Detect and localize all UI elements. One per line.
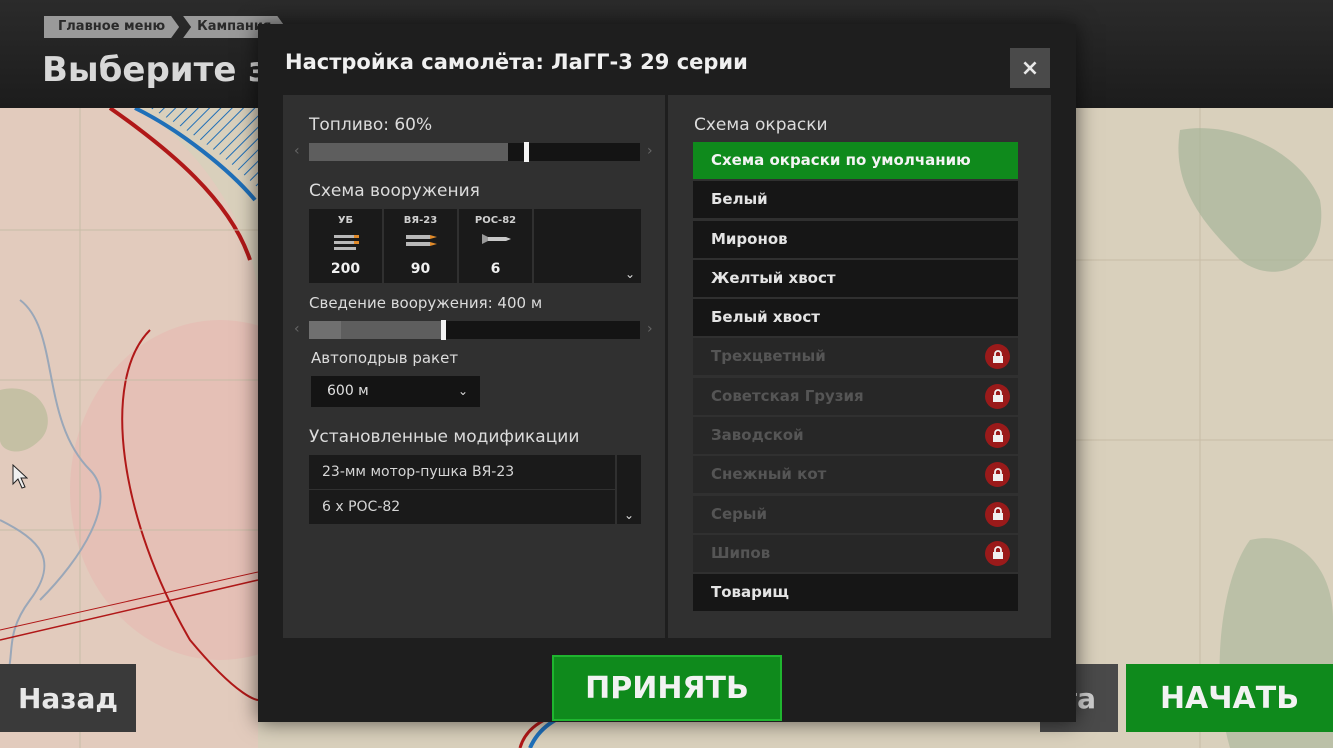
paint-scheme-item[interactable]: Трехцветный — [693, 338, 1018, 376]
accept-button-label: ПРИНЯТЬ — [585, 670, 749, 706]
paint-scheme-item[interactable]: Заводской — [693, 417, 1018, 455]
paint-scheme-list: Схема окраски по умолчанию Белый Миронов… — [693, 142, 1018, 614]
paint-scheme-item[interactable]: Желтый хвост — [693, 259, 1018, 297]
weapon-name: ВЯ-23 — [403, 215, 438, 226]
weapon-count: 6 — [490, 261, 501, 277]
lock-icon — [985, 462, 1010, 488]
paint-scheme-name: Снежный кот — [711, 465, 827, 484]
paint-scheme-name: Схема окраски по умолчанию — [711, 151, 971, 169]
start-button[interactable]: НАЧАТЬ — [1126, 664, 1333, 732]
paint-scheme-name: Белый — [711, 190, 768, 209]
armament-selector[interactable]: УБ 200 ВЯ-23 90 РОС-82 6 ⌄ — [309, 209, 641, 283]
paint-scheme-name: Товарищ — [711, 583, 789, 602]
modifications-list: 23-мм мотор-пушка ВЯ-23 6 х РОС-82 — [309, 455, 615, 525]
weapon-slot: ВЯ-23 90 — [384, 209, 459, 283]
breadcrumb-main-menu[interactable]: Главное меню — [44, 16, 179, 38]
convergence-slider-fill — [341, 321, 441, 339]
fuel-decrease-icon[interactable]: ‹ — [294, 143, 300, 159]
paint-scheme-name: Советская Грузия — [711, 386, 864, 405]
paint-scheme-item[interactable]: Миронов — [693, 220, 1018, 258]
convergence-slider[interactable] — [309, 320, 640, 340]
paint-scheme-name: Белый хвост — [711, 308, 820, 327]
convergence-label: Сведение вооружения: 400 м — [309, 294, 543, 312]
convergence-min-segment — [309, 321, 341, 339]
paint-scheme-item[interactable]: Шипов — [693, 534, 1018, 572]
paint-scheme-label: Схема окраски — [694, 115, 828, 135]
mouse-cursor-icon — [12, 464, 28, 489]
bullet-belt-icon — [333, 235, 359, 250]
fuel-slider-fill — [309, 143, 508, 161]
chevron-down-icon[interactable]: ⌄ — [625, 267, 635, 281]
breadcrumb: Главное меню Кампания — [44, 16, 289, 38]
cannon-shells-icon — [405, 235, 437, 246]
paint-scheme-item[interactable]: Советская Грузия — [693, 377, 1018, 415]
paint-scheme-name: Желтый хвост — [711, 268, 836, 287]
back-button[interactable]: Назад — [0, 664, 136, 732]
lock-icon — [985, 540, 1010, 566]
lock-icon — [985, 344, 1010, 370]
modifications-expand-button[interactable]: ⌄ — [617, 455, 641, 524]
rocket-icon — [481, 234, 511, 244]
convergence-slider-handle[interactable] — [441, 320, 446, 340]
paint-scheme-item[interactable]: Товарищ — [693, 574, 1018, 612]
paint-scheme-item[interactable]: Серый — [693, 495, 1018, 533]
rocket-detonation-value: 600 м — [327, 383, 369, 399]
weapon-slot: УБ 200 — [309, 209, 384, 283]
paint-scheme-name: Миронов — [711, 229, 788, 248]
chevron-down-icon: ⌄ — [624, 508, 635, 522]
lock-icon — [985, 501, 1010, 527]
list-item[interactable]: 23-мм мотор-пушка ВЯ-23 — [309, 455, 615, 489]
fuel-increase-icon[interactable]: › — [647, 143, 653, 159]
lock-icon — [985, 423, 1010, 449]
list-item[interactable]: 6 х РОС-82 — [309, 490, 615, 524]
paint-scheme-name: Трехцветный — [711, 347, 826, 366]
loadout-panel: Топливо: 60% ‹ › Схема вооружения УБ 200… — [283, 95, 665, 638]
aircraft-setup-dialog: Настройка самолёта: ЛаГГ-3 29 серии × То… — [258, 24, 1076, 722]
rocket-detonation-select[interactable]: 600 м ⌄ — [311, 376, 480, 407]
lock-icon — [985, 383, 1010, 409]
paint-scheme-name: Заводской — [711, 426, 804, 445]
paint-scheme-item[interactable]: Белый — [693, 181, 1018, 219]
paint-scheme-item[interactable]: Белый хвост — [693, 299, 1018, 337]
paint-scheme-item[interactable]: Снежный кот — [693, 456, 1018, 494]
accept-button[interactable]: ПРИНЯТЬ — [552, 655, 782, 721]
rocket-detonation-label: Автоподрыв ракет — [311, 349, 459, 367]
dialog-title: Настройка самолёта: ЛаГГ-3 29 серии — [285, 50, 748, 74]
armament-dropdown-area[interactable]: ⌄ — [534, 209, 641, 283]
modifications-label: Установленные модификации — [309, 427, 580, 447]
chevron-down-icon: ⌄ — [457, 384, 468, 398]
paint-scheme-panel: Схема окраски Схема окраски по умолчанию… — [668, 95, 1051, 638]
paint-scheme-name: Серый — [711, 504, 767, 523]
weapon-slot: РОС-82 6 — [459, 209, 534, 283]
page-title: Выберите за — [42, 50, 291, 90]
back-button-label: Назад — [17, 681, 119, 715]
close-icon: × — [1020, 55, 1040, 81]
start-button-label: НАЧАТЬ — [1159, 680, 1300, 716]
close-button[interactable]: × — [1010, 48, 1050, 88]
paint-scheme-item[interactable]: Схема окраски по умолчанию — [693, 142, 1018, 179]
weapon-name: УБ — [337, 215, 354, 226]
fuel-label: Топливо: 60% — [309, 115, 433, 135]
weapon-name: РОС-82 — [474, 215, 517, 226]
convergence-decrease-icon[interactable]: ‹ — [294, 321, 300, 337]
fuel-slider[interactable] — [309, 142, 640, 162]
armament-label: Схема вооружения — [309, 181, 480, 201]
weapon-count: 90 — [410, 261, 431, 277]
fuel-slider-handle[interactable] — [524, 142, 529, 162]
weapon-count: 200 — [330, 261, 361, 277]
convergence-increase-icon[interactable]: › — [647, 321, 653, 337]
paint-scheme-name: Шипов — [711, 543, 771, 562]
